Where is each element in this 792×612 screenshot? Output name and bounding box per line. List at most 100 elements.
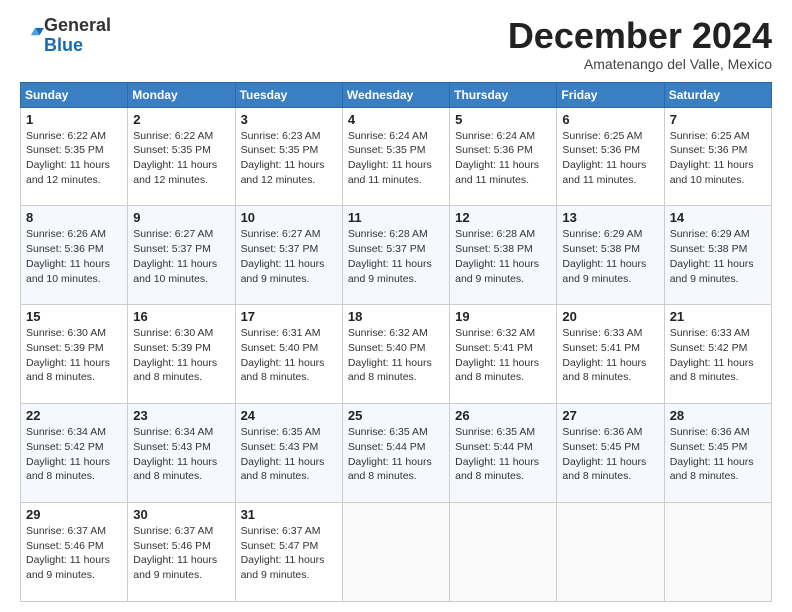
day-number: 16 (133, 309, 229, 324)
calendar-cell: 9 Sunrise: 6:27 AMSunset: 5:37 PMDayligh… (128, 206, 235, 305)
day-info: Sunrise: 6:26 AMSunset: 5:36 PMDaylight:… (26, 228, 110, 284)
calendar-cell: 2 Sunrise: 6:22 AMSunset: 5:35 PMDayligh… (128, 107, 235, 206)
day-info: Sunrise: 6:24 AMSunset: 5:36 PMDaylight:… (455, 130, 539, 186)
calendar-cell (450, 503, 557, 602)
header: General Blue December 2024 Amatenango de… (20, 16, 772, 72)
day-number: 5 (455, 112, 551, 127)
calendar-cell: 31 Sunrise: 6:37 AMSunset: 5:47 PMDaylig… (235, 503, 342, 602)
calendar-cell: 17 Sunrise: 6:31 AMSunset: 5:40 PMDaylig… (235, 305, 342, 404)
day-info: Sunrise: 6:32 AMSunset: 5:41 PMDaylight:… (455, 327, 539, 383)
day-info: Sunrise: 6:27 AMSunset: 5:37 PMDaylight:… (133, 228, 217, 284)
day-number: 17 (241, 309, 337, 324)
calendar-cell: 15 Sunrise: 6:30 AMSunset: 5:39 PMDaylig… (21, 305, 128, 404)
calendar-cell: 8 Sunrise: 6:26 AMSunset: 5:36 PMDayligh… (21, 206, 128, 305)
weekday-header: Thursday (450, 82, 557, 107)
day-info: Sunrise: 6:29 AMSunset: 5:38 PMDaylight:… (670, 228, 754, 284)
calendar-cell: 23 Sunrise: 6:34 AMSunset: 5:43 PMDaylig… (128, 404, 235, 503)
day-number: 15 (26, 309, 122, 324)
logo-icon (22, 25, 44, 47)
location-subtitle: Amatenango del Valle, Mexico (508, 56, 772, 72)
calendar-cell: 22 Sunrise: 6:34 AMSunset: 5:42 PMDaylig… (21, 404, 128, 503)
day-info: Sunrise: 6:37 AMSunset: 5:46 PMDaylight:… (133, 525, 217, 581)
calendar-cell (557, 503, 664, 602)
day-number: 8 (26, 210, 122, 225)
day-number: 3 (241, 112, 337, 127)
calendar-week-row: 29 Sunrise: 6:37 AMSunset: 5:46 PMDaylig… (21, 503, 772, 602)
day-number: 19 (455, 309, 551, 324)
day-number: 10 (241, 210, 337, 225)
calendar-cell: 6 Sunrise: 6:25 AMSunset: 5:36 PMDayligh… (557, 107, 664, 206)
day-number: 31 (241, 507, 337, 522)
day-info: Sunrise: 6:23 AMSunset: 5:35 PMDaylight:… (241, 130, 325, 186)
calendar-cell: 29 Sunrise: 6:37 AMSunset: 5:46 PMDaylig… (21, 503, 128, 602)
day-number: 29 (26, 507, 122, 522)
weekday-header: Friday (557, 82, 664, 107)
day-info: Sunrise: 6:33 AMSunset: 5:42 PMDaylight:… (670, 327, 754, 383)
day-number: 4 (348, 112, 444, 127)
day-info: Sunrise: 6:35 AMSunset: 5:44 PMDaylight:… (348, 426, 432, 482)
day-number: 14 (670, 210, 766, 225)
day-number: 21 (670, 309, 766, 324)
day-info: Sunrise: 6:27 AMSunset: 5:37 PMDaylight:… (241, 228, 325, 284)
day-info: Sunrise: 6:32 AMSunset: 5:40 PMDaylight:… (348, 327, 432, 383)
day-info: Sunrise: 6:22 AMSunset: 5:35 PMDaylight:… (133, 130, 217, 186)
calendar-cell: 28 Sunrise: 6:36 AMSunset: 5:45 PMDaylig… (664, 404, 771, 503)
logo-blue-text: Blue (44, 36, 111, 56)
calendar-cell: 19 Sunrise: 6:32 AMSunset: 5:41 PMDaylig… (450, 305, 557, 404)
calendar-cell: 3 Sunrise: 6:23 AMSunset: 5:35 PMDayligh… (235, 107, 342, 206)
day-info: Sunrise: 6:22 AMSunset: 5:35 PMDaylight:… (26, 130, 110, 186)
calendar-week-row: 15 Sunrise: 6:30 AMSunset: 5:39 PMDaylig… (21, 305, 772, 404)
calendar-cell: 11 Sunrise: 6:28 AMSunset: 5:37 PMDaylig… (342, 206, 449, 305)
day-number: 27 (562, 408, 658, 423)
day-info: Sunrise: 6:29 AMSunset: 5:38 PMDaylight:… (562, 228, 646, 284)
day-info: Sunrise: 6:30 AMSunset: 5:39 PMDaylight:… (133, 327, 217, 383)
day-number: 6 (562, 112, 658, 127)
calendar-cell (342, 503, 449, 602)
calendar-cell: 5 Sunrise: 6:24 AMSunset: 5:36 PMDayligh… (450, 107, 557, 206)
day-number: 11 (348, 210, 444, 225)
calendar-cell: 26 Sunrise: 6:35 AMSunset: 5:44 PMDaylig… (450, 404, 557, 503)
day-info: Sunrise: 6:35 AMSunset: 5:44 PMDaylight:… (455, 426, 539, 482)
calendar-cell: 1 Sunrise: 6:22 AMSunset: 5:35 PMDayligh… (21, 107, 128, 206)
weekday-header: Wednesday (342, 82, 449, 107)
day-info: Sunrise: 6:36 AMSunset: 5:45 PMDaylight:… (562, 426, 646, 482)
calendar-cell: 20 Sunrise: 6:33 AMSunset: 5:41 PMDaylig… (557, 305, 664, 404)
calendar-cell: 4 Sunrise: 6:24 AMSunset: 5:35 PMDayligh… (342, 107, 449, 206)
calendar-cell: 25 Sunrise: 6:35 AMSunset: 5:44 PMDaylig… (342, 404, 449, 503)
day-info: Sunrise: 6:31 AMSunset: 5:40 PMDaylight:… (241, 327, 325, 383)
day-number: 23 (133, 408, 229, 423)
day-info: Sunrise: 6:33 AMSunset: 5:41 PMDaylight:… (562, 327, 646, 383)
day-info: Sunrise: 6:25 AMSunset: 5:36 PMDaylight:… (562, 130, 646, 186)
weekday-header: Sunday (21, 82, 128, 107)
day-info: Sunrise: 6:37 AMSunset: 5:46 PMDaylight:… (26, 525, 110, 581)
day-info: Sunrise: 6:35 AMSunset: 5:43 PMDaylight:… (241, 426, 325, 482)
day-number: 18 (348, 309, 444, 324)
calendar-cell: 13 Sunrise: 6:29 AMSunset: 5:38 PMDaylig… (557, 206, 664, 305)
weekday-header: Monday (128, 82, 235, 107)
calendar-cell: 12 Sunrise: 6:28 AMSunset: 5:38 PMDaylig… (450, 206, 557, 305)
calendar-cell: 21 Sunrise: 6:33 AMSunset: 5:42 PMDaylig… (664, 305, 771, 404)
day-info: Sunrise: 6:37 AMSunset: 5:47 PMDaylight:… (241, 525, 325, 581)
day-info: Sunrise: 6:34 AMSunset: 5:43 PMDaylight:… (133, 426, 217, 482)
day-info: Sunrise: 6:34 AMSunset: 5:42 PMDaylight:… (26, 426, 110, 482)
day-number: 13 (562, 210, 658, 225)
day-info: Sunrise: 6:30 AMSunset: 5:39 PMDaylight:… (26, 327, 110, 383)
day-info: Sunrise: 6:25 AMSunset: 5:36 PMDaylight:… (670, 130, 754, 186)
day-info: Sunrise: 6:36 AMSunset: 5:45 PMDaylight:… (670, 426, 754, 482)
day-info: Sunrise: 6:28 AMSunset: 5:38 PMDaylight:… (455, 228, 539, 284)
day-info: Sunrise: 6:24 AMSunset: 5:35 PMDaylight:… (348, 130, 432, 186)
day-number: 20 (562, 309, 658, 324)
calendar-cell: 30 Sunrise: 6:37 AMSunset: 5:46 PMDaylig… (128, 503, 235, 602)
day-number: 1 (26, 112, 122, 127)
day-number: 25 (348, 408, 444, 423)
calendar-cell: 10 Sunrise: 6:27 AMSunset: 5:37 PMDaylig… (235, 206, 342, 305)
day-number: 22 (26, 408, 122, 423)
calendar-cell: 18 Sunrise: 6:32 AMSunset: 5:40 PMDaylig… (342, 305, 449, 404)
calendar-cell (664, 503, 771, 602)
calendar-week-row: 1 Sunrise: 6:22 AMSunset: 5:35 PMDayligh… (21, 107, 772, 206)
calendar-cell: 27 Sunrise: 6:36 AMSunset: 5:45 PMDaylig… (557, 404, 664, 503)
calendar-header-row: SundayMondayTuesdayWednesdayThursdayFrid… (21, 82, 772, 107)
calendar-week-row: 22 Sunrise: 6:34 AMSunset: 5:42 PMDaylig… (21, 404, 772, 503)
calendar-cell: 7 Sunrise: 6:25 AMSunset: 5:36 PMDayligh… (664, 107, 771, 206)
month-title: December 2024 (508, 16, 772, 56)
